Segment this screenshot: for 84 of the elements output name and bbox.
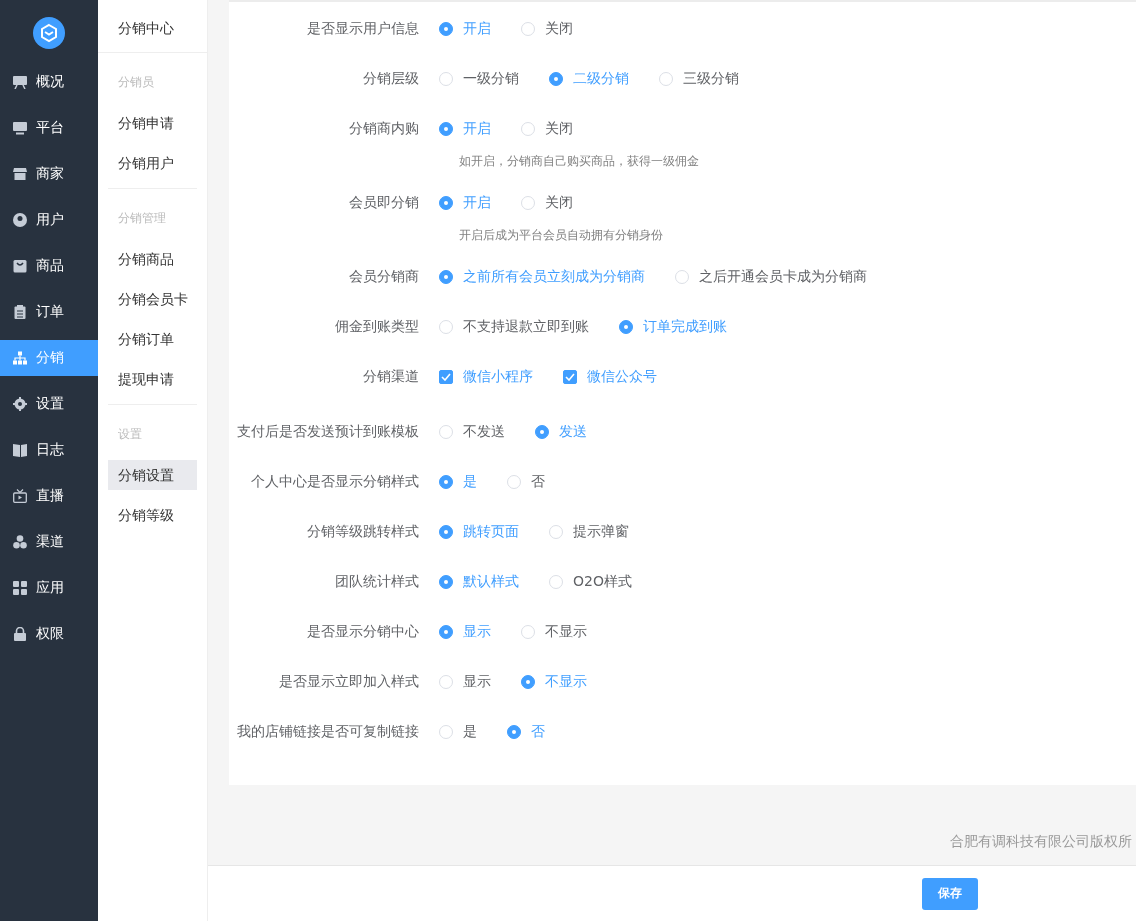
chart-board-icon bbox=[13, 75, 27, 89]
field-label: 是否显示立即加入样式 bbox=[278, 673, 420, 691]
monitor-icon bbox=[13, 121, 27, 135]
radio-button[interactable] bbox=[521, 675, 535, 689]
tv-icon bbox=[13, 489, 27, 503]
radio-option[interactable]: 否 bbox=[507, 473, 545, 491]
copyright-text: 合肥有调科技有限公司版权所 bbox=[950, 833, 1132, 851]
nav-item[interactable]: 商家 bbox=[0, 156, 98, 192]
nav-item[interactable]: 渠道 bbox=[0, 524, 98, 560]
nav-item[interactable]: 直播 bbox=[0, 478, 98, 514]
radio-option[interactable]: 是 bbox=[439, 723, 477, 741]
field-hint: 如开启，分销商自己购买商品，获得一级佣金 bbox=[459, 153, 700, 170]
radio-option[interactable]: 之后开通会员卡成为分销商 bbox=[675, 268, 867, 286]
radio-option[interactable]: O2O样式 bbox=[549, 573, 632, 591]
submenu-group-title: 分销管理 bbox=[117, 210, 167, 227]
nav-item[interactable]: 权限 bbox=[0, 616, 98, 652]
nav-item[interactable]: 概况 bbox=[0, 64, 98, 100]
settings-icon bbox=[13, 397, 27, 411]
user-icon bbox=[13, 213, 27, 227]
submenu-item[interactable]: 提现申请 bbox=[108, 364, 197, 394]
radio-button[interactable] bbox=[439, 525, 453, 539]
submenu-item[interactable]: 分销申请 bbox=[108, 108, 197, 138]
field-label: 是否显示分销中心 bbox=[306, 623, 420, 641]
field-label: 分销等级跳转样式 bbox=[306, 523, 420, 541]
radio-button[interactable] bbox=[507, 725, 521, 739]
book-icon bbox=[13, 443, 27, 457]
submenu-item[interactable]: 分销等级 bbox=[108, 500, 197, 530]
grid-icon bbox=[13, 581, 27, 595]
submenu-item[interactable]: 分销商品 bbox=[108, 244, 197, 274]
radio-button[interactable] bbox=[439, 22, 453, 36]
radio-option[interactable]: 显示 bbox=[439, 673, 491, 691]
submenu-item[interactable]: 分销会员卡 bbox=[108, 284, 197, 314]
checkbox[interactable] bbox=[563, 370, 577, 384]
radio-button[interactable] bbox=[439, 625, 453, 639]
nav-item[interactable]: 日志 bbox=[0, 432, 98, 468]
circles-icon bbox=[13, 535, 27, 549]
submenu-group-title: 设置 bbox=[117, 426, 143, 443]
field-label: 我的店铺链接是否可复制链接 bbox=[236, 723, 420, 741]
radio-option[interactable]: 不显示 bbox=[521, 623, 587, 641]
field-label: 是否显示用户信息 bbox=[306, 20, 420, 38]
nav-item[interactable]: 用户 bbox=[0, 202, 98, 238]
lock-icon bbox=[13, 627, 27, 641]
field-hint: 开启后成为平台会员自动拥有分销身份 bbox=[459, 227, 664, 244]
field-label: 个人中心是否显示分销样式 bbox=[250, 473, 420, 491]
nav-item[interactable]: 平台 bbox=[0, 110, 98, 146]
field-label: 团队统计样式 bbox=[334, 573, 420, 591]
field-label: 佣金到账类型 bbox=[334, 318, 420, 336]
nav-item[interactable]: 订单 bbox=[0, 294, 98, 330]
radio-option[interactable]: 关闭 bbox=[521, 194, 573, 212]
logo-icon bbox=[33, 17, 65, 49]
radio-button[interactable] bbox=[549, 72, 563, 86]
submenu-item[interactable]: 分销用户 bbox=[108, 148, 197, 178]
radio-option[interactable]: 关闭 bbox=[521, 120, 573, 138]
radio-option[interactable]: 提示弹窗 bbox=[549, 523, 629, 541]
nav-item[interactable]: 商品 bbox=[0, 248, 98, 284]
nav-item[interactable]: 应用 bbox=[0, 570, 98, 606]
field-label: 分销商内购 bbox=[348, 120, 420, 138]
nav-item[interactable]: 设置 bbox=[0, 386, 98, 422]
radio-button[interactable] bbox=[439, 122, 453, 136]
radio-option[interactable]: 不支持退款立即到账 bbox=[439, 318, 589, 336]
field-label: 分销层级 bbox=[362, 70, 420, 88]
field-label: 分销渠道 bbox=[362, 368, 420, 386]
submenu-group-title: 分销员 bbox=[117, 74, 155, 91]
submenu-item[interactable]: 分销设置 bbox=[108, 460, 197, 490]
radio-button[interactable] bbox=[619, 320, 633, 334]
shop-icon bbox=[13, 167, 27, 181]
field-label: 会员即分销 bbox=[348, 194, 420, 212]
radio-option[interactable]: 一级分销 bbox=[439, 70, 519, 88]
clipboard-icon bbox=[13, 305, 27, 319]
submenu-item[interactable]: 分销订单 bbox=[108, 324, 197, 354]
radio-option[interactable]: 三级分销 bbox=[659, 70, 739, 88]
bag-icon bbox=[13, 259, 27, 273]
checkbox[interactable] bbox=[439, 370, 453, 384]
radio-option[interactable]: 不发送 bbox=[439, 423, 505, 441]
radio-button[interactable] bbox=[439, 196, 453, 210]
hierarchy-icon bbox=[13, 351, 27, 365]
radio-button[interactable] bbox=[535, 425, 549, 439]
radio-button[interactable] bbox=[439, 475, 453, 489]
radio-button[interactable] bbox=[439, 270, 453, 284]
field-label: 支付后是否发送预计到账模板 bbox=[236, 423, 420, 441]
radio-option[interactable]: 关闭 bbox=[521, 20, 573, 38]
submenu-title: 分销中心 bbox=[98, 0, 207, 53]
field-label: 会员分销商 bbox=[348, 268, 420, 286]
radio-button[interactable] bbox=[439, 575, 453, 589]
